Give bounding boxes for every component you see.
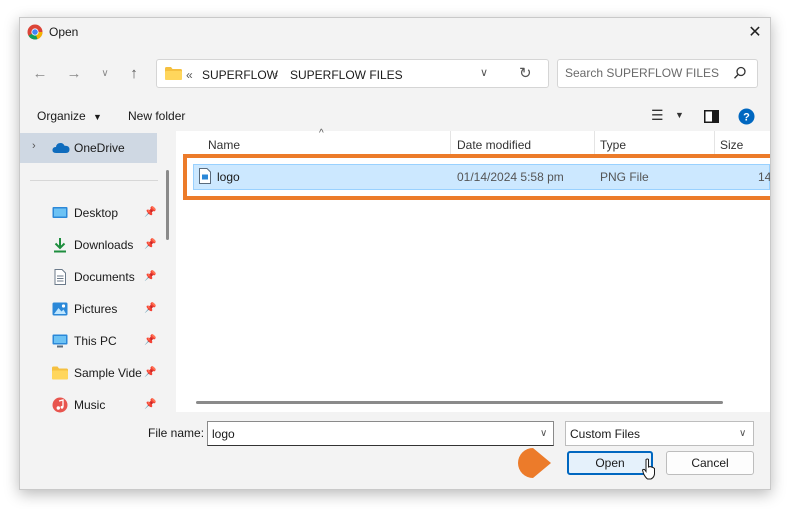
- sidebar-item-this-pc[interactable]: This PC 📌: [20, 325, 157, 357]
- sidebar-item-desktop[interactable]: Desktop 📌: [20, 197, 157, 229]
- sidebar-item-label: This PC: [74, 334, 117, 348]
- pin-icon[interactable]: 📌: [144, 207, 156, 218]
- pin-icon[interactable]: 📌: [144, 399, 156, 410]
- back-button[interactable]: ←: [30, 63, 50, 83]
- column-header-date-modified[interactable]: Date modified: [457, 138, 531, 152]
- pin-icon[interactable]: 📌: [144, 239, 156, 250]
- horizontal-scrollbar[interactable]: [196, 401, 723, 404]
- file-name-input[interactable]: [212, 427, 522, 441]
- sidebar-item-label: Sample Videos: [74, 366, 142, 380]
- column-header-name[interactable]: Name: [208, 138, 240, 152]
- breadcrumb-overflow[interactable]: «: [186, 68, 193, 82]
- sidebar-item-label: Pictures: [74, 302, 118, 316]
- chevron-down-icon: ∨: [101, 67, 109, 79]
- search-input[interactable]: [565, 66, 725, 80]
- column-divider[interactable]: [714, 131, 715, 156]
- breadcrumb-superflow[interactable]: SUPERFLOW: [202, 68, 278, 82]
- sidebar-item-label: Downloads: [74, 238, 134, 252]
- folder-icon: [52, 366, 68, 380]
- help-icon[interactable]: ?: [738, 108, 755, 125]
- file-type-filter[interactable]: Custom Files ∨: [565, 421, 754, 446]
- arrow-left-icon: ←: [32, 64, 48, 82]
- music-icon: [52, 397, 68, 413]
- search-box[interactable]: [557, 59, 758, 88]
- caret-down-icon: ▼: [93, 112, 102, 122]
- sort-ascending-icon: ^: [319, 128, 324, 139]
- new-folder-button[interactable]: New folder: [128, 109, 185, 123]
- arrow-right-icon: →: [66, 64, 82, 82]
- file-type-filter-value: Custom Files: [570, 427, 641, 441]
- sidebar-item-label: Music: [74, 398, 106, 412]
- chevron-down-icon[interactable]: ∨: [540, 428, 547, 439]
- breadcrumb-separator: ›: [274, 68, 278, 82]
- address-history-chevron-icon[interactable]: ∨: [480, 66, 488, 79]
- sidebar-item-sample-videos[interactable]: Sample Videos 📌: [20, 357, 157, 389]
- open-button[interactable]: Open: [567, 451, 653, 475]
- folder-icon: [165, 67, 182, 80]
- view-options-button[interactable]: ☰ ▼: [649, 107, 689, 125]
- svg-text:?: ?: [743, 112, 750, 124]
- close-button[interactable]: ✕: [740, 18, 770, 46]
- open-file-dialog: Open ✕ ← → ∨ ↑ « SUPERFLOW › SUPERFLOW F…: [19, 17, 771, 490]
- cancel-button[interactable]: Cancel: [666, 451, 754, 475]
- this-pc-icon: [52, 334, 68, 348]
- caret-down-icon: ▼: [675, 110, 684, 120]
- sidebar-item-label: Desktop: [74, 206, 119, 220]
- arrow-up-icon: ↑: [130, 64, 138, 82]
- orange-pointer-marker: [518, 448, 551, 478]
- title-bar: Open ✕: [20, 18, 770, 46]
- hand-cursor-icon: [642, 458, 655, 480]
- refresh-icon[interactable]: ↻: [519, 64, 532, 82]
- column-header-type[interactable]: Type: [600, 138, 626, 152]
- downloads-icon: [54, 238, 66, 253]
- preview-pane-icon[interactable]: [704, 110, 719, 123]
- chrome-icon: [27, 24, 43, 40]
- sidebar-item-pictures[interactable]: Pictures 📌: [20, 293, 157, 325]
- desktop-icon: [52, 207, 68, 218]
- list-view-icon: ☰: [651, 107, 664, 123]
- breadcrumb-superflow-files[interactable]: SUPERFLOW FILES: [290, 68, 403, 82]
- sidebar-item-label: Documents: [74, 270, 135, 284]
- sidebar-item-downloads[interactable]: Downloads 📌: [20, 229, 157, 261]
- pin-icon[interactable]: 📌: [144, 303, 156, 314]
- file-name-label: File name:: [148, 426, 205, 440]
- window-title: Open: [49, 25, 79, 39]
- documents-icon: [54, 269, 66, 285]
- sidebar-item-music[interactable]: Music 📌: [20, 389, 157, 421]
- column-header-size[interactable]: Size: [720, 138, 743, 152]
- sidebar-item-documents[interactable]: Documents 📌: [20, 261, 157, 293]
- column-divider[interactable]: [594, 131, 595, 156]
- close-icon: ✕: [748, 24, 762, 41]
- pin-icon[interactable]: 📌: [144, 335, 156, 346]
- search-icon[interactable]: [733, 66, 747, 80]
- navigation-pane: Desktop 📌 Downloads 📌 Documents 📌 Pictur…: [20, 127, 175, 413]
- up-button[interactable]: ↑: [124, 63, 144, 83]
- pin-icon[interactable]: 📌: [144, 367, 156, 378]
- file-name-combobox[interactable]: ∨: [207, 421, 554, 446]
- highlight-box: [183, 154, 770, 200]
- chevron-down-icon: ∨: [739, 428, 747, 439]
- organize-button[interactable]: Organize ▼: [37, 109, 102, 123]
- pin-icon[interactable]: 📌: [144, 271, 156, 282]
- column-divider[interactable]: [450, 131, 451, 156]
- pictures-icon: [52, 302, 68, 316]
- address-bar[interactable]: « SUPERFLOW › SUPERFLOW FILES ∨ ↻: [156, 59, 549, 88]
- organize-label: Organize: [37, 109, 86, 123]
- forward-button[interactable]: →: [64, 63, 84, 83]
- recent-locations-button[interactable]: ∨: [95, 63, 115, 83]
